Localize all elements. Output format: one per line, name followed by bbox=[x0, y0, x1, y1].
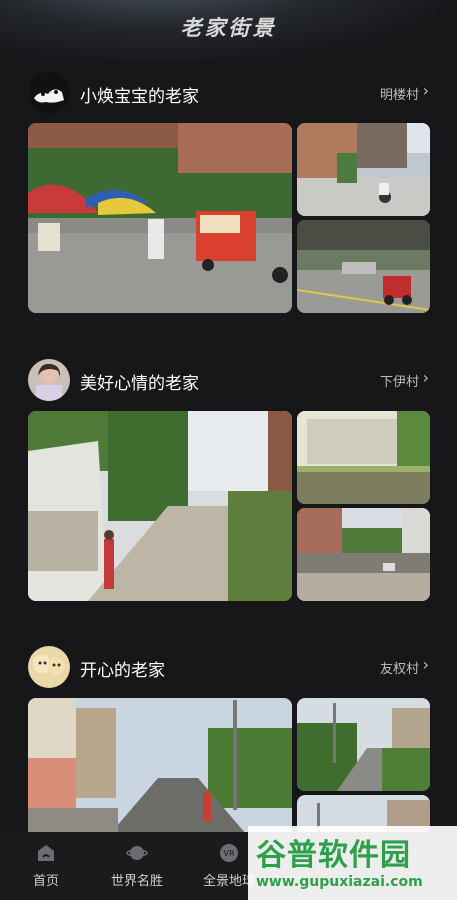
svg-text:VR: VR bbox=[223, 849, 234, 858]
tab-label: 首页 bbox=[32, 874, 59, 889]
village-link[interactable]: 友权村 bbox=[380, 658, 419, 677]
card-owner-title: 小焕宝宝的老家 bbox=[80, 87, 199, 107]
home-icon bbox=[38, 845, 54, 861]
tab-home[interactable]: 首页 bbox=[22, 842, 70, 889]
avatar[interactable] bbox=[28, 359, 70, 401]
street-view-card[interactable]: 小焕宝宝的老家 明楼村 › bbox=[0, 72, 457, 313]
street-photo-side-2[interactable] bbox=[297, 220, 430, 313]
street-photo-main[interactable] bbox=[28, 411, 292, 601]
card-header[interactable]: 美好心情的老家 下伊村 › bbox=[0, 359, 457, 405]
avatar[interactable] bbox=[28, 72, 70, 114]
planet-icon bbox=[126, 846, 148, 860]
street-photo-side-1[interactable] bbox=[297, 411, 430, 504]
chevron-right-icon[interactable]: › bbox=[423, 655, 429, 674]
page-title: 老家街景 bbox=[180, 16, 277, 40]
village-link[interactable]: 明楼村 bbox=[380, 84, 419, 103]
village-link[interactable]: 下伊村 bbox=[380, 371, 419, 390]
street-photo-side-1[interactable] bbox=[297, 123, 430, 216]
street-photo-main[interactable] bbox=[28, 123, 292, 313]
card-header[interactable]: 小焕宝宝的老家 明楼村 › bbox=[0, 72, 457, 118]
tab-world-landmarks[interactable]: 世界名胜 bbox=[104, 842, 170, 889]
chevron-right-icon[interactable]: › bbox=[423, 368, 429, 387]
watermark: 谷普软件园 www.gupuxiazai.com bbox=[248, 826, 457, 900]
street-view-card[interactable]: 美好心情的老家 下伊村 › bbox=[0, 359, 457, 601]
tab-label: 世界名胜 bbox=[110, 874, 163, 889]
watermark-text: 谷普软件园 bbox=[256, 838, 411, 873]
street-photo-side-1[interactable] bbox=[297, 698, 430, 791]
card-header[interactable]: 开心的老家 友权村 › bbox=[0, 646, 457, 692]
vr-icon: VR bbox=[220, 844, 238, 862]
street-photo-side-2[interactable] bbox=[297, 508, 430, 601]
avatar[interactable] bbox=[28, 646, 70, 688]
chevron-right-icon[interactable]: › bbox=[423, 81, 429, 100]
watermark-url: www.gupuxiazai.com bbox=[256, 874, 423, 890]
card-owner-title: 美好心情的老家 bbox=[80, 374, 199, 394]
street-view-card[interactable]: 开心的老家 友权村 › bbox=[0, 646, 457, 848]
card-owner-title: 开心的老家 bbox=[80, 661, 165, 681]
